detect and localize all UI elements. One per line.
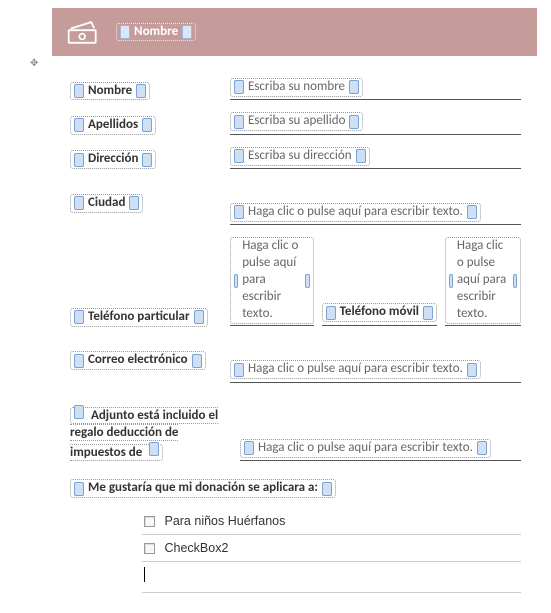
header-name-field[interactable]: Nombre <box>116 23 196 42</box>
label-ciudad[interactable]: Ciudad <box>70 194 143 213</box>
label-telefono-particular[interactable]: Teléfono particular <box>70 308 208 327</box>
text-cursor <box>144 567 145 582</box>
label-aplicar[interactable]: Me gustaría que mi donación se aplicara … <box>70 479 336 498</box>
input-ciudad[interactable]: Haga clic o pulse aquí para escribir tex… <box>230 203 481 222</box>
checkbox-2[interactable] <box>144 543 155 554</box>
input-direccion[interactable]: Escriba su dirección <box>230 147 370 166</box>
header-name-text: Nombre <box>132 24 180 41</box>
label-direccion[interactable]: Dirección <box>70 150 156 169</box>
checkbox-1-label: Para niños Huérfanos <box>164 514 285 528</box>
form-header: Nombre <box>52 8 537 56</box>
input-telefono-particular[interactable]: Haga clic o pulse aquí para escribir tex… <box>230 237 314 323</box>
label-correo[interactable]: Correo electrónico <box>70 351 206 370</box>
label-adjunto[interactable]: Adjunto está incluido el regalo deducció… <box>70 407 218 461</box>
input-correo[interactable]: Haga clic o pulse aquí para escribir tex… <box>230 360 481 379</box>
money-icon <box>66 18 102 46</box>
label-apellidos[interactable]: Apellidos <box>70 116 156 135</box>
donation-form: Nombre Escriba su nombre Apellidos Escri… <box>70 78 521 593</box>
input-telefono-movil[interactable]: Haga clic o pulse aquí para escribir tex… <box>445 237 521 323</box>
input-adjunto[interactable]: Haga clic o pulse aquí para escribir tex… <box>240 439 491 458</box>
label-nombre[interactable]: Nombre <box>70 82 150 101</box>
checkbox-row-2: CheckBox2 <box>142 535 521 562</box>
text-insertion-row[interactable] <box>142 562 521 594</box>
label-telefono-movil[interactable]: Teléfono móvil <box>322 303 437 322</box>
input-nombre[interactable]: Escriba su nombre <box>230 78 363 97</box>
checkbox-1[interactable] <box>144 516 155 527</box>
checkbox-row-1: Para niños Huérfanos <box>142 508 521 535</box>
input-apellidos[interactable]: Escriba su apellido <box>230 112 363 131</box>
checkbox-2-label: CheckBox2 <box>164 541 228 555</box>
table-move-handle[interactable]: ✥ <box>30 56 44 70</box>
